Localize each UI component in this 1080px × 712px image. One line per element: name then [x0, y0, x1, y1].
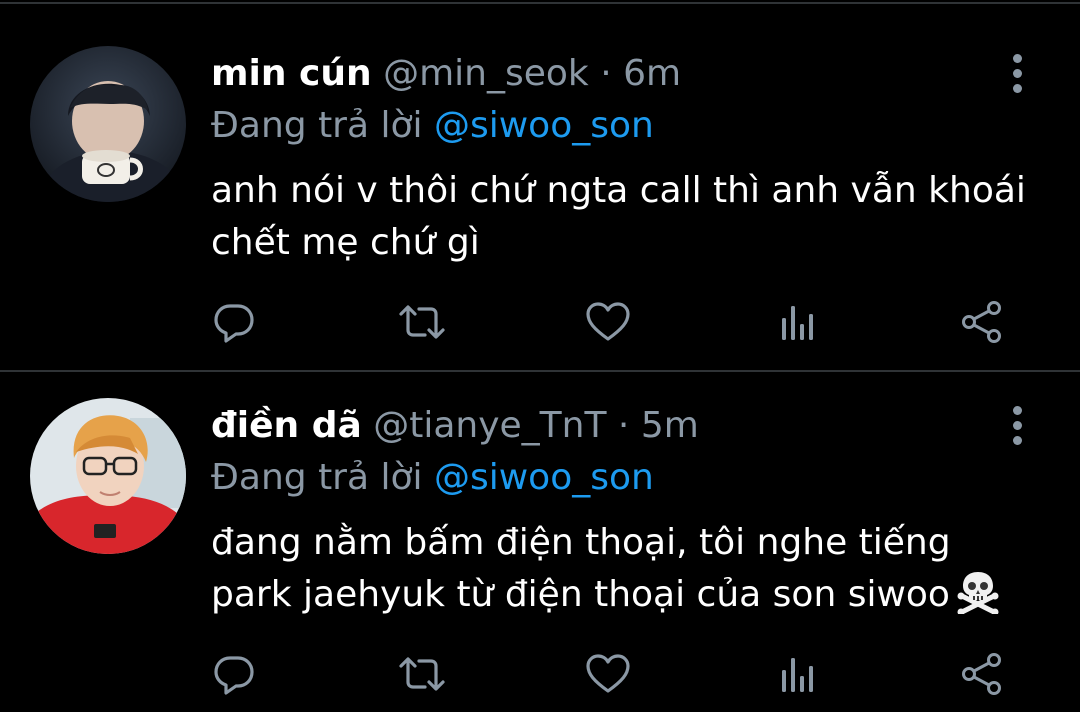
more-dot — [1012, 435, 1022, 445]
share-button[interactable] — [952, 644, 1012, 704]
like-icon — [586, 302, 630, 341]
like-button[interactable] — [578, 292, 638, 352]
analytics-icon — [782, 306, 813, 340]
avatar[interactable] — [30, 398, 186, 554]
share-icon — [962, 301, 1001, 343]
more-dot — [1012, 405, 1022, 415]
retweet-icon — [399, 305, 445, 339]
more-options-button[interactable] — [1000, 400, 1034, 450]
reply-icon — [214, 304, 254, 343]
share-button[interactable] — [952, 292, 1012, 352]
handle[interactable]: @min_seok — [383, 53, 589, 94]
separator: · — [600, 53, 612, 94]
like-icon — [586, 654, 630, 693]
like-button[interactable] — [578, 644, 638, 704]
reply-button[interactable] — [204, 292, 264, 352]
handle[interactable]: @tianye_TnT — [373, 405, 606, 446]
reply-mention-link[interactable]: @siwoo_son — [434, 105, 654, 146]
tweet-text: đang nằm bấm điện thoại, tôi nghe tiếng … — [211, 517, 1051, 621]
display-name[interactable]: min cún — [211, 53, 372, 94]
retweet-icon — [399, 657, 445, 691]
reply-context: Đang trả lời @siwoo_son — [211, 101, 654, 151]
skull-and-crossbones-emoji-icon — [957, 572, 999, 614]
timestamp[interactable]: 6m — [623, 53, 681, 94]
separator: · — [617, 405, 630, 446]
tweet-actions — [200, 292, 1060, 352]
retweet-button[interactable] — [392, 644, 452, 704]
tweet-header: min cún @min_seok · 6m — [211, 44, 681, 104]
more-dot — [1012, 83, 1022, 93]
reply-context: Đang trả lời @siwoo_son — [211, 453, 654, 503]
reply-button[interactable] — [204, 644, 264, 704]
avatar[interactable] — [30, 46, 186, 202]
more-options-button[interactable] — [1000, 48, 1034, 98]
analytics-icon — [782, 658, 813, 692]
retweet-button[interactable] — [392, 292, 452, 352]
avatar-image-min-cun — [30, 46, 186, 202]
tweet-text-line: đang nằm bấm điện thoại, tôi nghe tiếng — [211, 522, 951, 563]
reply-icon — [214, 656, 254, 695]
tweet-text-fragment: park jaehyuk từ điện thoại của son siwoo — [211, 574, 950, 615]
tweet-2[interactable]: điền dã @tianye_TnT · 5m Đang trả lời @s… — [0, 352, 1080, 712]
share-icon — [962, 653, 1001, 695]
more-dot — [1012, 53, 1022, 63]
more-dot — [1012, 420, 1022, 430]
analytics-button[interactable] — [766, 292, 826, 352]
reply-prefix: Đang trả lời — [211, 457, 423, 498]
tweet-text-line: anh nói v thôi chứ ngta call thì anh vẫn… — [211, 170, 1026, 211]
reply-mention-link[interactable]: @siwoo_son — [434, 457, 654, 498]
avatar-image-dien-da — [30, 398, 186, 554]
tweet-1[interactable]: min cún @min_seok · 6m Đang trả lời @siw… — [0, 0, 1080, 360]
tweet-text: anh nói v thôi chứ ngta call thì anh vẫn… — [211, 165, 1051, 269]
tweet-header: điền dã @tianye_TnT · 5m — [211, 396, 699, 456]
tweet-text-line: park jaehyuk từ điện thoại của son siwoo — [211, 569, 1051, 621]
tweet-text-line: chết mẹ chứ gì — [211, 222, 480, 263]
analytics-button[interactable] — [766, 644, 826, 704]
display-name[interactable]: điền dã — [211, 405, 362, 446]
tweet-actions — [200, 644, 1060, 704]
timestamp[interactable]: 5m — [641, 405, 699, 446]
more-dot — [1012, 68, 1022, 78]
reply-prefix: Đang trả lời — [211, 105, 423, 146]
